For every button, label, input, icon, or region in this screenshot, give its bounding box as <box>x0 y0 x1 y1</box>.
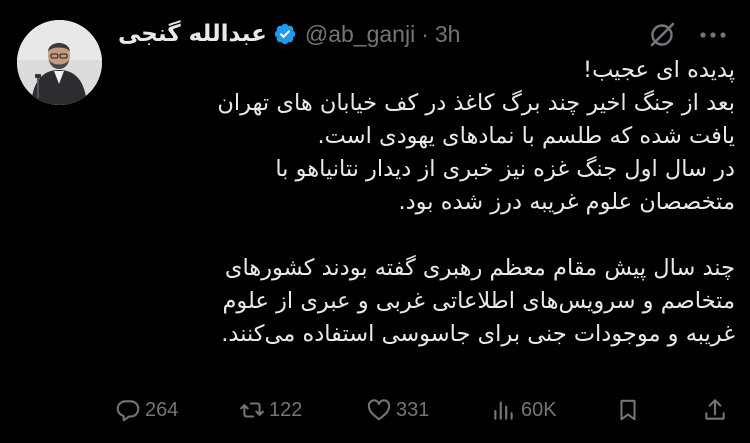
retweet-button[interactable]: 122 <box>239 392 302 428</box>
retweet-icon <box>240 402 264 418</box>
author-display-name[interactable]: عبدالله گنجی <box>118 21 267 47</box>
tweet-time[interactable]: 3h <box>435 21 461 48</box>
tweet-line: متخصصان علوم غریبه درز شده بود. <box>398 189 735 215</box>
share-icon <box>705 399 725 420</box>
views-button[interactable]: 60K <box>491 392 557 428</box>
tweet-line: متخاصم و سرویس‌های اطلاعاتی غربی و عبری … <box>222 288 735 314</box>
retweet-count: 122 <box>269 398 303 421</box>
tweet-line: چند سال پیش مقام معظم رهبری گفته بودند ک… <box>224 255 735 281</box>
reply-icon <box>116 400 140 422</box>
like-count: 331 <box>396 398 430 421</box>
avatar-image <box>17 20 102 105</box>
tweet-header: عبدالله گنجی @ab_ganji · 3h <box>118 17 460 51</box>
share-button[interactable] <box>702 392 728 428</box>
avatar[interactable] <box>17 20 102 105</box>
tweet-line: بعد از جنگ اخیر چند برگ کاغذ در کف خیابا… <box>217 90 735 116</box>
action-bar: 264 122 331 60K <box>113 392 738 428</box>
tweet-line: در سال اول جنگ غزه نیز خبری از دیدار نتا… <box>275 156 735 182</box>
reply-count: 264 <box>145 398 179 421</box>
views-count: 60K <box>521 398 557 421</box>
like-button[interactable]: 331 <box>366 392 429 428</box>
separator-dot: · <box>421 20 429 47</box>
tweet-line: یافت شده که طلسم با نمادهای یهودی است. <box>317 123 736 149</box>
bookmark-icon <box>620 399 636 421</box>
reply-button[interactable]: 264 <box>115 392 178 428</box>
more-dots-icon[interactable] <box>693 22 733 48</box>
views-chart-icon <box>494 401 513 420</box>
tweet-line: پدیده ای عجیب! <box>583 57 735 83</box>
tweet[interactable]: عبدالله گنجی @ab_ganji · 3h پدیده ای عجی… <box>0 0 750 443</box>
bookmark-button[interactable] <box>615 392 641 428</box>
heart-icon <box>367 399 391 421</box>
verified-badge-icon[interactable] <box>273 22 297 46</box>
author-handle[interactable]: @ab_ganji <box>305 21 415 48</box>
tweet-text: پدیده ای عجیب! بعد از جنگ اخیر چند برگ ک… <box>120 54 735 351</box>
grok-icon[interactable] <box>647 20 677 50</box>
tweet-line: غریبه و موجودات جنی برای جاسوسی استفاده … <box>221 321 735 347</box>
